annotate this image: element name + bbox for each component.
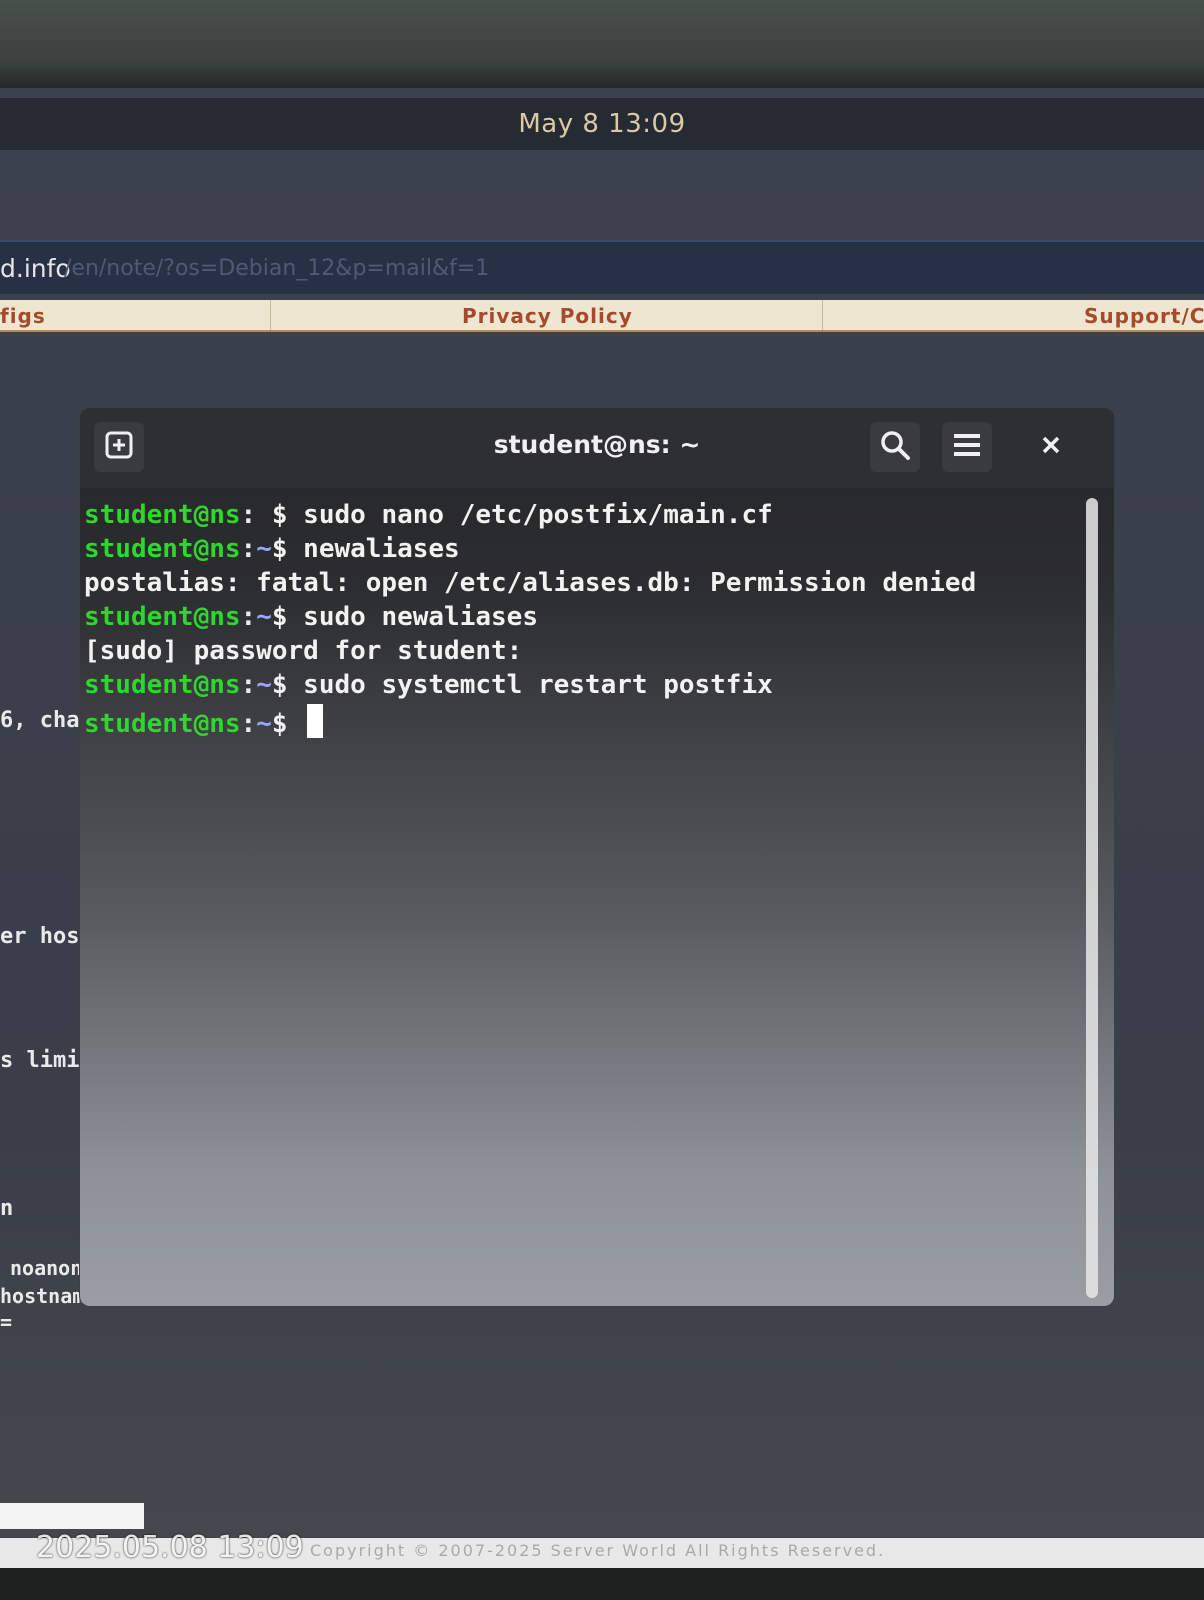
terminal-line: student@ns:~$ sudo newaliases: [84, 602, 538, 632]
menu-button[interactable]: [942, 422, 992, 472]
close-button[interactable]: [1026, 422, 1076, 472]
gnome-top-bar: May 8 13:09: [0, 98, 1204, 150]
browser-url-bar[interactable]: d.info /en/note/?os=Debian_12&p=mail&f=1: [0, 240, 1204, 294]
prompt-colon: :: [240, 709, 257, 739]
prompt-symbol: $: [271, 602, 304, 632]
prompt-colon: :: [240, 500, 257, 530]
prompt-user: student@ns: [84, 534, 241, 564]
prompt-user: student@ns: [84, 709, 241, 739]
prompt-user: student@ns: [84, 602, 241, 632]
prompt-symbol: $: [271, 500, 304, 530]
text-cursor: [307, 704, 324, 738]
terminal-window[interactable]: student@ns: ~ student@ns: $ sudo nano /e…: [80, 408, 1114, 1306]
terminal-output-line: [sudo] password for student:: [84, 636, 523, 666]
photo-timestamp: 2025.05.08 13:09: [36, 1530, 304, 1565]
monitor-bezel-top: [0, 0, 1204, 92]
url-path: /en/note/?os=Debian_12&p=mail&f=1: [64, 256, 490, 281]
command-text: sudo nano /etc/postfix/main.cf: [303, 500, 773, 530]
prompt-colon: :: [240, 670, 257, 700]
prompt-colon: :: [240, 534, 257, 564]
prompt-user: student@ns: [84, 670, 241, 700]
terminal-header-bar[interactable]: student@ns: ~: [80, 408, 1114, 488]
background-text: s limit: [0, 1048, 93, 1073]
prompt-colon: :: [240, 602, 257, 632]
prompt-path: ~: [256, 534, 272, 564]
site-nav-bar: figs Privacy Policy Support/C: [0, 300, 1204, 332]
hamburger-menu-icon: [953, 432, 981, 462]
nav-divider: [822, 300, 823, 330]
search-icon: [879, 429, 911, 465]
prompt-path: ~: [256, 709, 272, 739]
nav-divider: [270, 300, 271, 330]
terminal-scrollbar[interactable]: [1086, 498, 1098, 1298]
footer-copyright: Copyright © 2007-2025 Server World All R…: [310, 1541, 886, 1560]
background-text: 6, char: [0, 708, 93, 733]
command-text: sudo systemctl restart postfix: [303, 670, 773, 700]
background-text: n: [0, 1196, 14, 1221]
clock[interactable]: May 8 13:09: [518, 109, 685, 139]
prompt-path: [256, 500, 272, 530]
prompt-symbol: $: [271, 670, 304, 700]
terminal-line: student@ns:~$ newaliases: [84, 534, 460, 564]
nav-link-privacy-policy[interactable]: Privacy Policy: [462, 304, 633, 328]
prompt-path: ~: [256, 602, 272, 632]
terminal-output-line: postalias: fatal: open /etc/aliases.db: …: [84, 568, 977, 598]
command-text: newaliases: [303, 534, 460, 564]
terminal-line: student@ns:~$ sudo systemctl restart pos…: [84, 670, 773, 700]
command-text: sudo newaliases: [303, 602, 538, 632]
site-search-input[interactable]: [0, 1503, 144, 1529]
nav-link-support[interactable]: Support/C: [1084, 304, 1204, 328]
terminal-line: student@ns: $ sudo nano /etc/postfix/mai…: [84, 500, 773, 530]
prompt-symbol: $: [271, 709, 304, 739]
nav-link-configs[interactable]: figs: [0, 304, 46, 328]
prompt-user: student@ns: [84, 500, 241, 530]
screen: May 8 13:09 d.info /en/note/?os=Debian_1…: [0, 88, 1204, 1568]
prompt-symbol: $: [271, 534, 304, 564]
prompt-path: ~: [256, 670, 272, 700]
search-button[interactable]: [870, 422, 920, 472]
monitor-bezel-bottom: [0, 1568, 1204, 1600]
url-host: d.info: [0, 254, 71, 283]
terminal-output[interactable]: student@ns: $ sudo nano /etc/postfix/mai…: [80, 488, 1114, 1306]
close-icon: [1041, 435, 1061, 459]
terminal-line: student@ns:~$: [84, 704, 324, 739]
background-text: =: [0, 1310, 13, 1334]
